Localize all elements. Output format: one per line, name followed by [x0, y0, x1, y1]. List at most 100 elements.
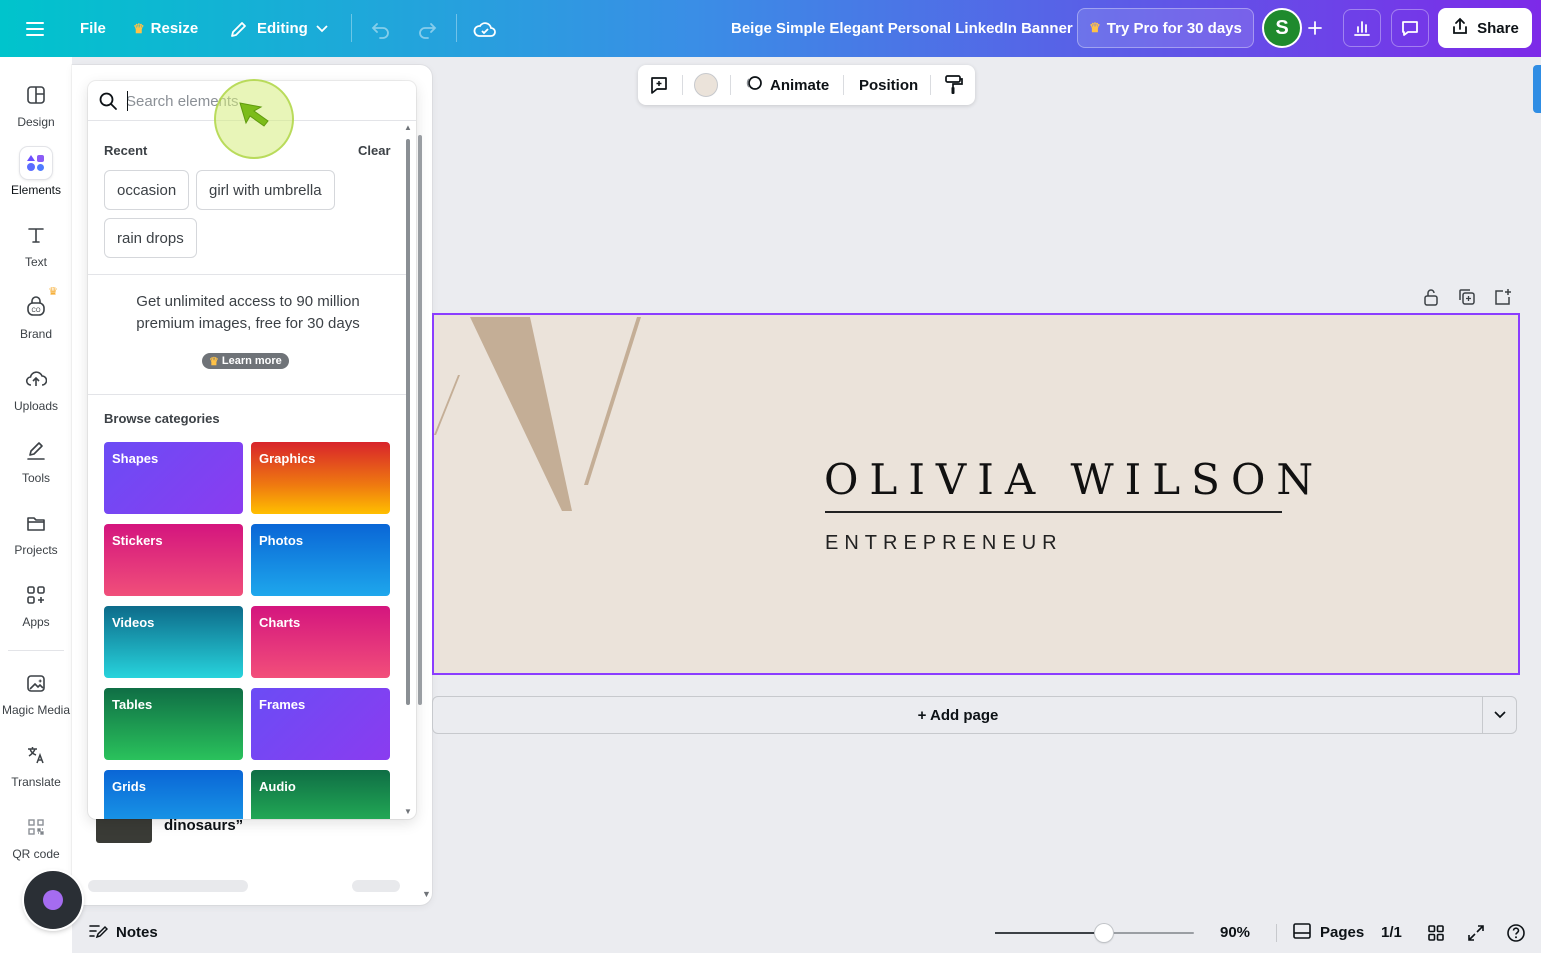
editing-label: Editing	[257, 20, 308, 37]
cloud-saved-icon[interactable]	[473, 0, 497, 57]
sidebar-item-translate[interactable]: Translate	[0, 739, 72, 803]
category-tile-videos[interactable]: Videos	[104, 606, 243, 678]
resize-button[interactable]: ♛ Resize	[133, 0, 198, 57]
sidebar-item-tools[interactable]: Tools	[0, 435, 72, 499]
category-tile-stickers[interactable]: Stickers	[104, 524, 243, 596]
bar-chart-icon	[1354, 21, 1370, 36]
cloud-upload-icon	[20, 363, 52, 395]
role-subheading[interactable]: ENTREPRENEUR	[825, 532, 1063, 555]
lock-icon[interactable]	[1421, 287, 1441, 307]
sidebar-item-brand[interactable]: CO ♛ Brand	[0, 286, 72, 355]
divider	[1276, 924, 1277, 942]
sidebar-item-apps[interactable]: Apps	[0, 579, 72, 643]
assistant-button[interactable]	[24, 871, 82, 929]
pages-button[interactable]: Pages	[1292, 912, 1364, 953]
category-tile-graphics[interactable]: Graphics	[251, 442, 390, 514]
redo-icon[interactable]	[416, 0, 438, 57]
background-color-swatch[interactable]	[694, 73, 718, 97]
sidebar-item-design[interactable]: Design	[0, 79, 72, 143]
scroll-down-arrow-icon[interactable]: ▼	[422, 889, 431, 899]
recent-label: Recent	[104, 143, 148, 158]
sidebar-item-label: Tools	[21, 471, 50, 485]
add-page-icon[interactable]	[1493, 287, 1513, 307]
share-button[interactable]: Share	[1438, 8, 1532, 48]
sidebar-item-elements[interactable]: Elements	[0, 147, 72, 211]
undo-icon[interactable]	[370, 0, 392, 57]
divider	[456, 14, 457, 42]
panel-scrollbar[interactable]	[418, 135, 430, 715]
try-pro-button[interactable]: ♛ Try Pro for 30 days	[1077, 8, 1254, 48]
category-tile-grids[interactable]: Grids	[104, 770, 243, 819]
search-dropdown: Recent Clear occasion girl with umbrella…	[88, 81, 416, 819]
divider	[930, 75, 931, 95]
left-sidebar: Design Elements Text CO ♛ Brand Uploads T…	[0, 57, 72, 953]
design-page[interactable]: OLIVIA WILSON ENTREPRENEUR	[432, 313, 1520, 675]
name-heading[interactable]: OLIVIA WILSON	[824, 455, 1324, 504]
magic-media-icon	[20, 667, 52, 699]
name-underline[interactable]	[825, 511, 1282, 513]
menu-icon[interactable]	[24, 0, 46, 57]
comment-add-icon[interactable]	[648, 74, 670, 100]
grid-view-icon[interactable]	[1427, 912, 1445, 953]
add-page-bar: + Add page	[432, 696, 1517, 734]
sidebar-item-uploads[interactable]: Uploads	[0, 363, 72, 427]
category-tile-frames[interactable]: Frames	[251, 688, 390, 760]
category-tile-charts[interactable]: Charts	[251, 606, 390, 678]
category-tile-shapes[interactable]: Shapes	[104, 442, 243, 514]
sidebar-item-qr-code[interactable]: QR code	[0, 811, 72, 875]
plus-icon	[1308, 21, 1322, 35]
scrollbar-thumb[interactable]	[406, 139, 410, 705]
clear-recent-button[interactable]: Clear	[358, 143, 391, 158]
notes-button[interactable]: Notes	[88, 912, 158, 953]
category-tile-tables[interactable]: Tables	[104, 688, 243, 760]
position-button[interactable]: Position	[859, 65, 918, 105]
side-panel-handle[interactable]	[1533, 65, 1541, 113]
brand-icon: CO ♛	[20, 286, 58, 323]
elements-icon	[20, 147, 52, 179]
monogram-graphic[interactable]	[434, 315, 654, 515]
design-title[interactable]: Beige Simple Elegant Personal LinkedIn B…	[731, 0, 1073, 57]
upload-icon	[1451, 17, 1469, 39]
file-menu[interactable]: File	[80, 0, 106, 57]
scroll-up-arrow-icon[interactable]: ▲	[404, 123, 412, 132]
scrollbar-thumb[interactable]	[418, 135, 422, 705]
page-count[interactable]: 1/1	[1381, 912, 1402, 953]
category-tile-photos[interactable]: Photos	[251, 524, 390, 596]
dropdown-scrollbar[interactable]: ▲ ▼	[402, 121, 414, 819]
learn-more-button[interactable]: ♛ Learn more	[202, 353, 289, 369]
recent-chip[interactable]: rain drops	[104, 218, 197, 258]
monogram-stroke	[584, 317, 641, 485]
sidebar-item-magic-media[interactable]: Magic Media	[0, 667, 72, 731]
help-icon[interactable]	[1506, 912, 1526, 953]
chevron-down-icon[interactable]	[1482, 697, 1516, 733]
divider	[682, 75, 683, 95]
elements-panel: dinosaurs” ▼ Recent Clear occasion girl …	[72, 65, 432, 905]
click-indicator	[214, 79, 294, 159]
result-title[interactable]: dinosaurs”	[164, 817, 243, 834]
premium-promo: Get unlimited access to 90 million premi…	[88, 291, 408, 335]
sidebar-item-projects[interactable]: Projects	[0, 507, 72, 571]
scroll-down-arrow-icon[interactable]: ▼	[404, 807, 412, 816]
editing-mode-button[interactable]: Editing	[229, 0, 328, 57]
animate-button[interactable]: Animate	[744, 65, 829, 105]
fullscreen-icon[interactable]	[1467, 912, 1485, 953]
recent-chip[interactable]: occasion	[104, 170, 190, 210]
layout-icon	[20, 79, 52, 111]
invite-button[interactable]	[1296, 9, 1334, 47]
divider	[88, 394, 408, 395]
category-tile-audio[interactable]: Audio	[251, 770, 390, 819]
recent-chip[interactable]: girl with umbrella	[196, 170, 335, 210]
analytics-button[interactable]	[1343, 9, 1381, 47]
promo-line: premium images, free for 30 days	[136, 315, 360, 332]
paint-roller-icon[interactable]	[944, 74, 964, 100]
add-page-button[interactable]: + Add page	[433, 697, 1483, 733]
translate-icon	[20, 739, 52, 771]
duplicate-page-icon[interactable]	[1457, 287, 1477, 307]
top-bar: File ♛ Resize Editing Beige Simple Elega…	[0, 0, 1541, 57]
search-icon[interactable]	[98, 91, 118, 116]
zoom-value[interactable]: 90%	[1220, 912, 1250, 953]
divider	[88, 274, 408, 275]
sidebar-item-label: Apps	[22, 615, 50, 629]
comments-button[interactable]	[1391, 9, 1429, 47]
sidebar-item-text[interactable]: Text	[0, 219, 72, 283]
